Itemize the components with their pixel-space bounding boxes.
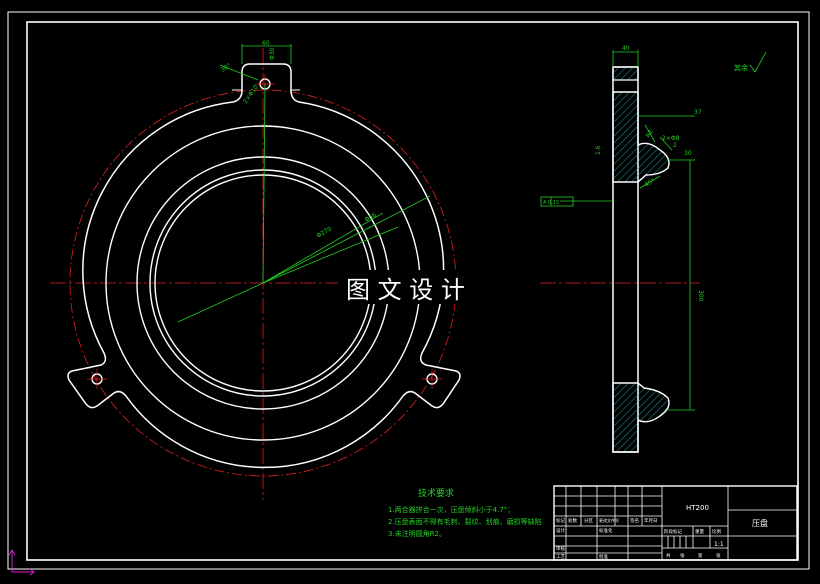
row-label-process: 工艺 (556, 554, 565, 560)
bottom-label-sheet2: 张 (716, 552, 721, 559)
surface-finish-symbol (749, 51, 767, 73)
title-block: HT200 压盘 1:1 标记 设计 审核 工艺 处数 分区 更改文件号 签名 … (553, 485, 798, 561)
std-label: 标准化 (599, 527, 613, 534)
tech-req-item-3: 3.未注明圆角R2。 (388, 529, 446, 538)
dim-side-r1: R2 (645, 128, 655, 139)
part-name-text: 压盘 (752, 518, 768, 528)
ucs-icon (8, 549, 35, 576)
approve-label: 批准 (599, 553, 608, 560)
dim-side-r2: 2×Φ8 (662, 135, 680, 142)
mid-label-scale: 比例 (712, 528, 721, 535)
upper-section (612, 91, 670, 183)
dim-inner-dia: Φ270 (316, 225, 334, 239)
mid-label-weight: 重量 (695, 528, 704, 535)
col-label-zone: 分区 (584, 517, 593, 524)
technical-requirements: 技术要求 1.两合器拼合一次，压盘倾斜小于4.7°； 2.压盘表面不得有毛刺、裂… (388, 487, 542, 538)
dim-side-height: 300 (697, 290, 704, 302)
surface-finish-note: 其余 (734, 63, 748, 72)
row-label-review: 审核 (556, 545, 565, 552)
row-label-mark: 标记 (556, 517, 565, 524)
col-label-date: 年月日 (644, 517, 658, 524)
material-text: HT200 (686, 504, 709, 512)
dim-side-r3: 30 (684, 150, 692, 157)
col-label-doc: 更改文件号 (599, 517, 619, 523)
drawing-canvas: 60 Φ30 30° 2×Φ10 Φ270 Φ56 图 文 设 计 A 0.15… (0, 0, 820, 580)
dim-outer-dia: Φ56 (364, 211, 378, 223)
bottom-label-sheet1: 张 (680, 552, 685, 559)
dim-top-width: 60 (262, 40, 270, 47)
dim-side-right: 37 (694, 109, 702, 116)
col-label-sign: 签名 (630, 517, 639, 524)
dim-side-r4: 1.6 (595, 145, 602, 155)
tech-req-item-1: 1.两合器拼合一次，压盘倾斜小于4.7°； (388, 505, 514, 514)
datum-text: A 0.15 (543, 200, 559, 206)
watermark-text: 图 文 设 计 (346, 276, 465, 304)
outer-profile (67, 63, 461, 469)
tech-req-item-2: 2.压盘表面不得有毛刺、裂纹、划痕、磨损等缺陷 (388, 517, 542, 526)
row-label-design: 设计 (556, 527, 565, 534)
tech-req-title: 技术要求 (418, 487, 454, 499)
side-view: A 0.15 40 37 300 R2 2×Φ8 30 1.6 45° 2 其余 (540, 45, 767, 453)
lower-section (612, 382, 670, 453)
col-label-count: 处数 (568, 517, 577, 524)
bottom-label-no: 第 (698, 552, 703, 559)
bottom-label-total: 共 (666, 552, 671, 559)
dim-side-thickness: 40 (622, 45, 630, 52)
scale-text: 1:1 (714, 541, 724, 548)
dim-tab-width: Φ30 (269, 47, 276, 60)
dim-hole-dia: 2×Φ10 (242, 84, 260, 106)
dim-hole-angle: 30° (220, 62, 233, 73)
dim-side-r6: 2 (673, 142, 677, 149)
front-view: 60 Φ30 30° 2×Φ10 Φ270 Φ56 图 文 设 计 (50, 40, 488, 500)
mid-label-stage: 阶段标记 (664, 528, 682, 535)
